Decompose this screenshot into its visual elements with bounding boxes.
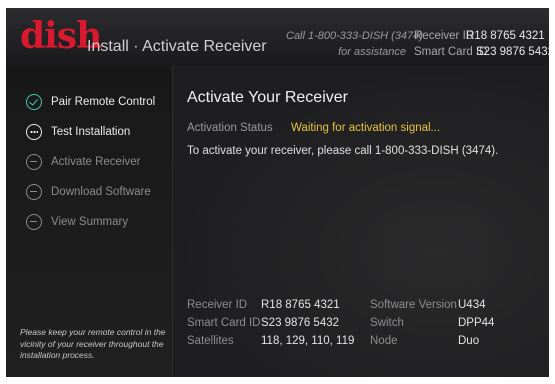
info-satellites-value: 118, 129, 110, 119: [261, 335, 355, 347]
minus-circle-icon: [26, 154, 42, 170]
step-label: Pair Remote Control: [51, 96, 156, 108]
header-receiver-id-value: R18 8765 4321: [466, 30, 545, 42]
main-panel: Activate Your Receiver Activation Status…: [173, 65, 549, 377]
info-switch-label: Switch: [370, 317, 404, 329]
info-smart-card-value: S23 9876 5432: [261, 317, 340, 329]
activation-status-value: Waiting for activation signal...: [291, 122, 441, 134]
check-circle-icon: [26, 94, 42, 110]
main-title: Activate Your Receiver: [187, 89, 348, 106]
step-label: View Summary: [51, 216, 129, 228]
info-receiver-id-label: Receiver ID: [187, 299, 248, 311]
activation-instructions: To activate your receiver, please call 1…: [187, 145, 499, 157]
install-screen: dish Install · Activate Receiver Call 1-…: [6, 8, 549, 377]
info-node-label: Node: [370, 335, 398, 347]
info-software-version-value: U434: [458, 299, 486, 311]
support-assist-text: for assistance: [338, 46, 406, 58]
step-activate-receiver: Activate Receiver: [26, 153, 140, 171]
info-switch-value: DPP44: [458, 317, 495, 329]
info-node-value: Duo: [458, 335, 480, 347]
step-label: Download Software: [51, 186, 151, 198]
info-software-version-label: Software Version: [370, 299, 457, 311]
minus-circle-icon: [26, 184, 42, 200]
activation-status-label: Activation Status: [187, 122, 273, 134]
support-phone-text: Call 1-800-333-DISH (3474): [286, 30, 423, 42]
header-bar: dish Install · Activate Receiver Call 1-…: [6, 8, 549, 65]
remote-reminder-note: Please keep your remote control in the v…: [20, 327, 166, 360]
step-label: Test Installation: [51, 126, 131, 138]
info-smart-card-label: Smart Card ID: [187, 317, 261, 329]
step-sidebar: Pair Remote Control Test Installation Ac…: [6, 65, 173, 377]
step-download-software: Download Software: [26, 183, 151, 201]
step-view-summary: View Summary: [26, 213, 128, 231]
page-title: Install · Activate Receiver: [87, 38, 267, 55]
step-pair-remote: Pair Remote Control: [26, 93, 155, 111]
step-test-installation: Test Installation: [26, 123, 130, 141]
info-satellites-label: Satellites: [187, 335, 234, 347]
step-label: Activate Receiver: [51, 156, 141, 168]
info-receiver-id-value: R18 8765 4321: [261, 299, 340, 311]
ellipsis-circle-icon: [26, 124, 42, 140]
minus-circle-icon: [26, 214, 42, 230]
header-smart-card-value: S23 9876 5432: [476, 46, 549, 58]
